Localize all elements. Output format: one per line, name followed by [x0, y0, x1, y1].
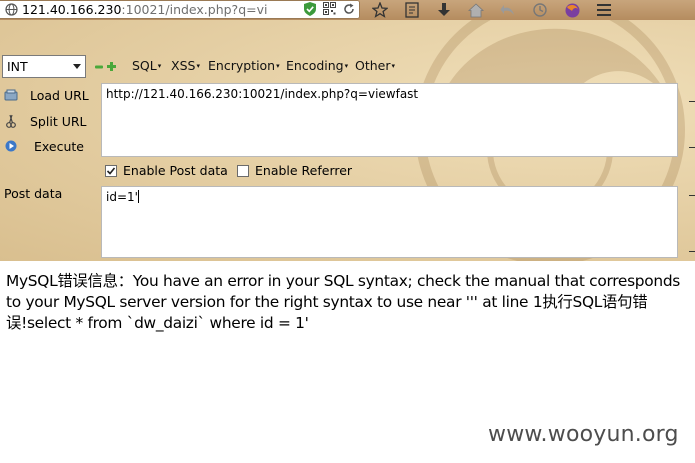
- split-url-button[interactable]: Split URL: [0, 110, 87, 132]
- browser-toolbar: 121.40.166.230:10021/index.php?q=vi: [0, 0, 695, 20]
- post-data-textarea[interactable]: id=1': [101, 186, 678, 258]
- shield-icon[interactable]: [304, 1, 316, 19]
- menu-encoding[interactable]: Encoding▾: [286, 58, 348, 73]
- chevron-down-icon: [73, 64, 81, 69]
- url-path: :10021/index.php?q=vi: [121, 2, 268, 17]
- menu-encryption[interactable]: Encryption▾: [208, 58, 280, 73]
- url-host: 121.40.166.230: [22, 2, 122, 17]
- download-icon[interactable]: [428, 0, 460, 20]
- menu-other[interactable]: Other▾: [355, 58, 395, 73]
- hackbar-toolbar: INT SQL▾ XSS▾ Encryption▾ Encoding▾ Othe…: [0, 55, 695, 79]
- menu-sql[interactable]: SQL▾: [132, 58, 161, 73]
- url-textarea[interactable]: http://121.40.166.230:10021/index.php?q=…: [101, 83, 678, 157]
- type-select-value: INT: [7, 59, 28, 74]
- checkbox-checked-icon: [105, 164, 117, 177]
- enable-post-checkbox[interactable]: Enable Post data: [105, 163, 228, 178]
- split-url-icon: [0, 114, 22, 129]
- minus-icon[interactable]: [95, 60, 103, 74]
- back-arrow-icon[interactable]: [492, 0, 524, 20]
- reload-icon[interactable]: [343, 3, 355, 18]
- load-url-button[interactable]: Load URL: [0, 84, 89, 106]
- post-data-label: Post data: [4, 186, 63, 201]
- addon-firefox-icon[interactable]: [556, 0, 588, 20]
- menu-hamburger-icon[interactable]: [588, 0, 620, 20]
- execute-button[interactable]: Execute: [0, 135, 84, 157]
- plus-icon[interactable]: [107, 60, 116, 74]
- site-watermark: www.wooyun.org: [488, 422, 679, 447]
- execute-play-icon: [0, 140, 22, 152]
- enable-referrer-checkbox[interactable]: Enable Referrer: [237, 163, 352, 178]
- type-select[interactable]: INT: [2, 55, 86, 78]
- load-url-icon: [0, 89, 22, 101]
- home-icon[interactable]: [460, 0, 492, 20]
- sql-error-message: MySQL错误信息：You have an error in your SQL …: [6, 272, 681, 332]
- qr-code-icon[interactable]: [323, 2, 336, 18]
- globe-icon: [0, 1, 22, 18]
- bookmark-star-icon[interactable]: [364, 0, 396, 20]
- hackbar-panel: INT SQL▾ XSS▾ Encryption▾ Encoding▾ Othe…: [0, 20, 695, 261]
- address-bar[interactable]: 121.40.166.230:10021/index.php?q=vi: [0, 0, 360, 19]
- reading-list-icon[interactable]: [396, 0, 428, 20]
- menu-xss[interactable]: XSS▾: [171, 58, 200, 73]
- history-icon[interactable]: [524, 0, 556, 20]
